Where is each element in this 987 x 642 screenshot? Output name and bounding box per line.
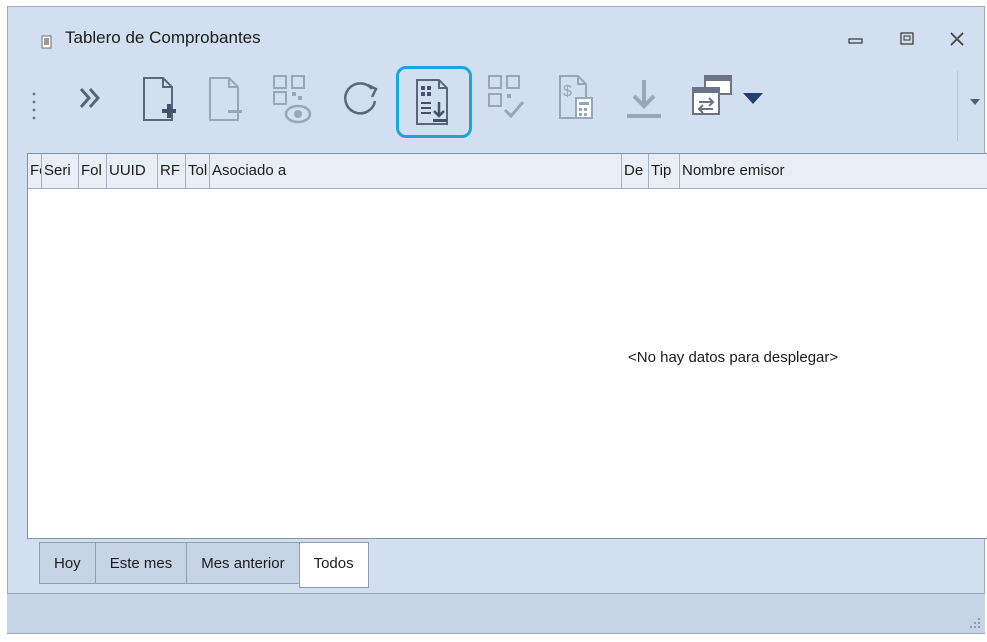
tab-hoy[interactable]: Hoy (39, 542, 95, 584)
download-icon (627, 80, 661, 118)
view-qr-button[interactable] (260, 66, 324, 130)
tab-este-mes[interactable]: Este mes (94, 542, 187, 584)
download-document-button[interactable] (396, 66, 472, 138)
column-header[interactable]: Nombre emisor (680, 154, 860, 188)
column-header[interactable]: Seri (42, 154, 79, 188)
window-transfer-icon (692, 75, 732, 115)
column-header[interactable]: Tip (649, 154, 680, 188)
refresh-icon (344, 82, 378, 115)
payment-document-button[interactable]: $ (544, 66, 608, 130)
toolbar-dropdown-button[interactable] (733, 66, 773, 130)
document-icon (41, 35, 52, 49)
new-document-button[interactable] (127, 66, 191, 130)
close-icon[interactable] (943, 25, 971, 53)
tab-mes-anterior[interactable]: Mes anterior (186, 542, 299, 584)
validate-qr-button[interactable] (475, 66, 539, 130)
title-bar[interactable]: Tablero de Comprobantes (8, 7, 984, 62)
column-header[interactable]: Fe (28, 154, 42, 188)
status-bar (7, 593, 985, 633)
document-download-icon (416, 79, 448, 125)
toolbar-grip[interactable] (32, 90, 36, 120)
column-header[interactable]: Tol (186, 154, 210, 188)
qr-view-icon (273, 75, 312, 124)
main-window: Tablero de Comprobantes $ F Seri Fol UUI… (7, 6, 987, 634)
qr-check-icon (488, 75, 525, 119)
caret-down-icon (743, 93, 763, 104)
grid-header: Fe Seri Fol UUID RF Tol Asociado a De Ti… (28, 154, 987, 189)
maximize-icon[interactable] (893, 25, 921, 53)
toolbar: $ (8, 63, 986, 143)
column-header[interactable]: RF (158, 154, 186, 188)
remove-document-button[interactable] (193, 66, 257, 130)
toolbar-overflow-icon[interactable] (969, 98, 981, 106)
column-header[interactable]: UUID (107, 154, 158, 188)
refresh-button[interactable] (329, 66, 393, 130)
window-title: Tablero de Comprobantes (65, 28, 261, 47)
svg-text:$: $ (563, 83, 572, 100)
tab-todos[interactable]: Todos (298, 542, 369, 588)
toolbar-separator (957, 71, 958, 141)
minimize-icon[interactable] (842, 25, 870, 53)
new-document-icon (143, 77, 176, 121)
comprobantes-grid: Fe Seri Fol UUID RF Tol Asociado a De Ti… (27, 153, 987, 539)
download-button[interactable] (612, 66, 676, 130)
column-header[interactable]: Fol (79, 154, 107, 188)
column-header[interactable]: Asociado a (210, 154, 622, 188)
chevron-double-right-icon (79, 88, 101, 108)
empty-grid-message: <No hay datos para desplegar> (628, 349, 839, 366)
more-button[interactable] (58, 66, 122, 130)
remove-document-icon (209, 77, 242, 121)
resize-grip-icon[interactable] (969, 617, 981, 629)
payment-calculator-icon: $ (559, 75, 593, 119)
column-header[interactable]: De (622, 154, 649, 188)
period-tabs: Hoy Este mes Mes anterior Todos (39, 542, 369, 588)
